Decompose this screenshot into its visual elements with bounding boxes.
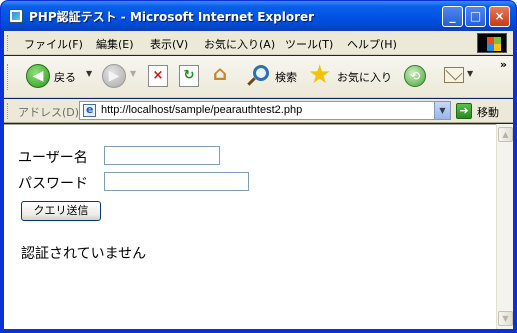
auth-status-message: 認証されていません xyxy=(21,246,147,262)
mail-dropdown-icon[interactable]: ▼ xyxy=(467,69,473,78)
scroll-down-icon[interactable]: ▼ xyxy=(498,311,513,326)
vertical-scrollbar[interactable]: ▲ ▼ xyxy=(496,124,513,329)
refresh-icon[interactable]: ↻ xyxy=(179,65,199,87)
toolbar-overflow-chevron-icon[interactable]: » xyxy=(500,58,507,71)
menubar-grip[interactable] xyxy=(7,35,10,51)
history-icon[interactable]: ⟲ xyxy=(404,65,426,87)
favorites-button-label[interactable]: お気に入り xyxy=(337,69,392,85)
ie-page-icon xyxy=(83,103,96,117)
menu-file[interactable]: ファイル(F) xyxy=(24,36,83,52)
address-bar: アドレス(D) http://localhost/sample/pearauth… xyxy=(4,99,513,123)
minimize-button[interactable]: _ xyxy=(442,6,463,27)
menu-tools[interactable]: ツール(T) xyxy=(285,36,333,52)
addressbar-grip[interactable] xyxy=(7,103,10,119)
forward-dropdown-icon[interactable]: ▼ xyxy=(130,69,136,78)
go-arrow-icon[interactable]: ➜ xyxy=(456,103,472,119)
address-url[interactable]: http://localhost/sample/pearauthtest2.ph… xyxy=(101,104,302,116)
menu-favorites[interactable]: お気に入り(A) xyxy=(204,36,275,52)
standard-toolbar: ◀ 戻る ▼ ▶ ▼ × ↻ ⌂ 検索 ★ お気に入り ⟲ ▼ » xyxy=(4,56,513,98)
browser-window: PHP認証テスト - Microsoft Internet Explorer _… xyxy=(0,0,517,333)
mail-icon[interactable] xyxy=(444,67,464,83)
home-icon[interactable]: ⌂ xyxy=(208,63,232,87)
go-button-label[interactable]: 移動 xyxy=(477,104,499,120)
title-bar[interactable]: PHP認証テスト - Microsoft Internet Explorer _… xyxy=(1,1,516,31)
menu-view[interactable]: 表示(V) xyxy=(150,36,188,52)
favorites-star-icon[interactable]: ★ xyxy=(308,60,331,90)
username-label: ユーザー名 xyxy=(18,150,88,166)
maximize-button[interactable]: □ xyxy=(465,6,486,27)
back-button-label[interactable]: 戻る xyxy=(54,69,76,85)
close-button[interactable]: × xyxy=(489,6,510,27)
address-label: アドレス(D) xyxy=(18,106,80,119)
menu-edit[interactable]: 編集(E) xyxy=(96,36,134,52)
windows-logo-icon xyxy=(477,33,507,53)
ie-page-icon xyxy=(9,9,23,23)
back-dropdown-icon[interactable]: ▼ xyxy=(86,69,92,78)
username-input[interactable] xyxy=(104,146,220,165)
window-frame-right xyxy=(513,31,516,332)
back-arrow-icon[interactable]: ◀ xyxy=(26,64,50,88)
toolbar-grip[interactable] xyxy=(7,64,10,90)
menu-help[interactable]: ヘルプ(H) xyxy=(347,36,397,52)
stop-icon[interactable]: × xyxy=(148,65,168,87)
scroll-up-icon[interactable]: ▲ xyxy=(498,127,513,142)
submit-button[interactable]: クエリ送信 xyxy=(21,201,101,221)
address-input[interactable]: http://localhost/sample/pearauthtest2.ph… xyxy=(79,101,451,120)
password-input[interactable] xyxy=(104,172,249,191)
menu-bar: ファイル(F) 編集(E) 表示(V) お気に入り(A) ツール(T) ヘルプ(… xyxy=(4,31,513,55)
window-title: PHP認証テスト - Microsoft Internet Explorer xyxy=(29,10,315,24)
address-dropdown-icon[interactable]: ▼ xyxy=(434,102,450,119)
password-label: パスワード xyxy=(18,176,88,192)
window-frame-bottom xyxy=(1,329,516,332)
search-icon[interactable] xyxy=(253,65,269,81)
forward-arrow-icon[interactable]: ▶ xyxy=(102,64,126,88)
search-button-label[interactable]: 検索 xyxy=(275,69,297,85)
